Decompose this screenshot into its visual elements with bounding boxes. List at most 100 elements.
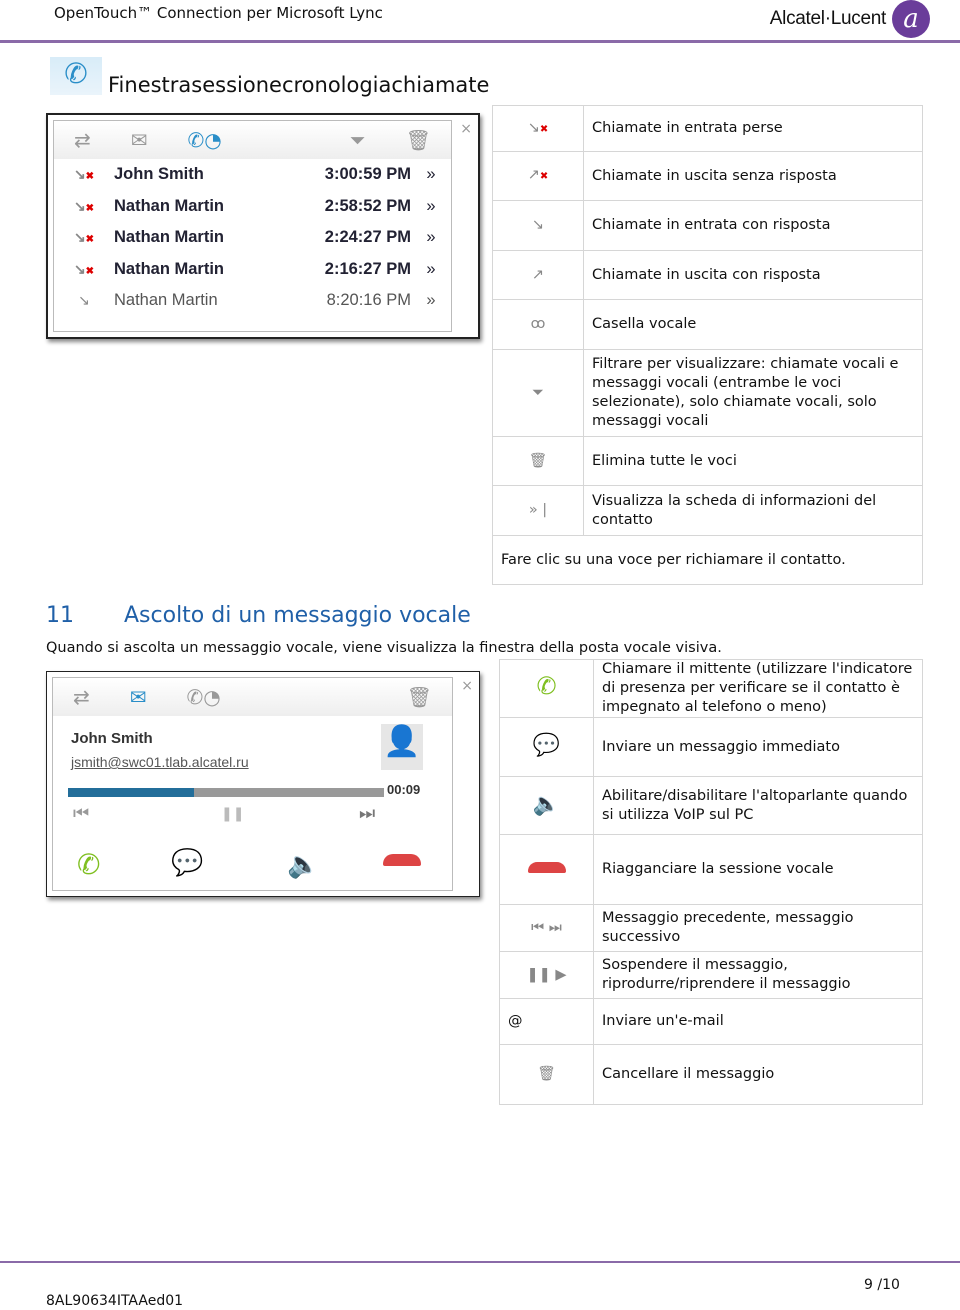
hang-up-icon xyxy=(499,834,594,905)
legend-row: » | Visualizza la scheda di informazioni … xyxy=(492,485,923,536)
previous-icon[interactable]: ⏮ xyxy=(73,803,89,824)
email-icon: @ xyxy=(499,998,594,1045)
details-icon[interactable]: » xyxy=(411,260,451,279)
legend-row: ↘ Chiamate in entrata con risposta xyxy=(492,200,923,251)
legend-row: ✆ Chiamare il mittente (utilizzare l'indi… xyxy=(499,659,923,718)
answered-outgoing-icon: ↗ xyxy=(492,250,584,300)
caller-name: Nathan Martin xyxy=(114,259,225,278)
legend-description: Filtrare per visualizzare: chiamate voca… xyxy=(583,349,923,437)
caller-name: Nathan Martin xyxy=(114,228,225,247)
playback-duration: 00:09 xyxy=(387,782,421,797)
answered-call-icon: ↘ xyxy=(78,292,90,309)
call-history-row[interactable]: ↘✖ John Smith 3:00:59 PM» xyxy=(54,159,451,191)
legend-row: 🗑 Cancellare il messaggio xyxy=(499,1044,923,1105)
call-time: 2:58:52 PM xyxy=(324,196,411,215)
legend-description: Inviare un messaggio immediato xyxy=(593,717,923,777)
call-history-window-screenshot: ⇄ ✉ ✆◔ ⏷ 🗑 ↘✖ John Smith 3:00:59 PM» ↘✖ Nath… xyxy=(46,113,480,339)
page-number: 9 /10 xyxy=(864,1277,900,1293)
contact-email-link: jsmith@swc01.tlab.alcatel.ru xyxy=(71,754,249,770)
legend-description: Casella vocale xyxy=(583,299,923,350)
legend-row: Riagganciare la sessione vocale xyxy=(499,834,923,905)
trash-icon: 🗑 xyxy=(406,685,432,709)
call-history-row[interactable]: ↘✖ Nathan Martin 2:58:52 PM» xyxy=(54,191,451,223)
legend-description: Chiamare il mittente (utilizzare l'indic… xyxy=(593,659,923,718)
legend-description: Chiamate in entrata con risposta xyxy=(583,200,923,251)
details-icon[interactable]: » xyxy=(411,165,451,184)
speaker-icon[interactable]: 🔈 xyxy=(287,850,319,880)
call-history-row[interactable]: ↘ Nathan Martin 8:20:16 PM» xyxy=(54,285,451,317)
trash-icon: 🗑 xyxy=(499,1044,594,1105)
legend-row: 🔈 Abilitare/disabilitare l'altoparlante q… xyxy=(499,776,923,835)
click-note: Fare clic su una voce per richiamare il … xyxy=(492,535,923,585)
section-heading: 11 Ascolto di un messaggio vocale xyxy=(46,603,471,628)
call-time: 8:20:16 PM xyxy=(326,291,411,310)
pause-play-icon: ❚❚ ▶ xyxy=(499,951,594,999)
trash-icon: 🗑 xyxy=(405,128,431,152)
contacts-icon: ⇄ xyxy=(74,128,91,152)
call-presence-icon[interactable]: ✆ xyxy=(77,848,100,881)
contacts-icon: ⇄ xyxy=(73,685,90,709)
next-icon[interactable]: ⏭ xyxy=(359,803,375,824)
missed-call-icon: ↘✖ xyxy=(73,166,95,183)
messages-icon: ✉ xyxy=(130,128,148,152)
call-history-row[interactable]: ↘✖ Nathan Martin 2:16:27 PM» xyxy=(54,254,451,286)
hang-up-icon[interactable] xyxy=(383,854,421,866)
playback-progress-bar[interactable] xyxy=(68,788,384,797)
call-history-icon: ✆ xyxy=(50,57,102,95)
window-toolbar: ⇄ ✉ ✆◔ ⏷ 🗑 xyxy=(54,121,451,159)
answered-incoming-icon: ↘ xyxy=(492,200,584,251)
header-divider xyxy=(0,40,960,43)
speaker-icon: 🔈 xyxy=(499,776,594,835)
close-icon: × xyxy=(460,121,472,137)
call-time: 2:24:27 PM xyxy=(324,228,411,247)
legend-row: ⏷ Filtrare per visualizzare: chiamate voc… xyxy=(492,349,923,437)
caller-name: John Smith xyxy=(114,165,204,184)
details-icon[interactable]: » xyxy=(411,197,451,216)
details-icon[interactable]: » xyxy=(411,228,451,247)
intro-paragraph: Quando si ascolta un messaggio vocale, v… xyxy=(46,640,722,656)
caller-name: Nathan Martin xyxy=(114,291,218,310)
document-id: 8AL90634ITAAed01 xyxy=(46,1293,184,1309)
trash-icon: 🗑 xyxy=(492,436,584,486)
legend-description: Cancellare il messaggio xyxy=(593,1044,923,1105)
pause-icon[interactable]: ❚❚ xyxy=(221,806,244,822)
prev-next-icon: ⏮ ⏭ xyxy=(499,904,594,952)
missed-incoming-icon: ↘✖ xyxy=(492,105,584,152)
call-time: 3:00:59 PM xyxy=(324,165,411,184)
details-icon[interactable]: » xyxy=(411,291,451,310)
instant-message-icon: 💬 xyxy=(499,717,594,777)
unanswered-outgoing-icon: ↗✖ xyxy=(492,151,584,201)
legend-description: Sospendere il messaggio, riprodurre/ripr… xyxy=(593,951,923,999)
legend-row: ⏮ ⏭ Messaggio precedente, messaggio succe… xyxy=(499,904,923,952)
legend-row: ↘✖ Chiamate in entrata perse xyxy=(492,105,923,152)
instant-message-icon[interactable]: 💬 xyxy=(171,848,203,878)
filter-icon: ⏷ xyxy=(492,349,584,437)
legend-description: Chiamate in uscita senza risposta xyxy=(583,151,923,201)
legend-description: Riagganciare la sessione vocale xyxy=(593,834,923,905)
details-icon: » | xyxy=(492,485,584,536)
logo-mark-icon: a xyxy=(892,0,930,38)
voicemail-icon: ꝏ xyxy=(492,299,584,350)
missed-call-icon: ↘✖ xyxy=(73,260,95,277)
call-presence-icon: ✆ xyxy=(499,659,594,718)
section-title: Finestrasessionecronologiachiamate xyxy=(108,73,490,97)
legend-row: ❚❚ ▶ Sospendere il messaggio, riprodurre/… xyxy=(499,951,923,999)
footer-divider xyxy=(0,1261,960,1263)
missed-call-icon: ↘✖ xyxy=(73,197,95,214)
document-header-title: OpenTouch™ Connection per Microsoft Lync xyxy=(54,4,383,22)
call-history-legend-table: ↘✖ Chiamate in entrata perse ↗✖ Chiamate in… xyxy=(492,105,923,585)
legend-description: Visualizza la scheda di informazioni del… xyxy=(583,485,923,536)
legend-description: Elimina tutte le voci xyxy=(583,436,923,486)
voicemail-window-screenshot: ⇄ ✉ ✆◔ 🗑 John Smith jsmith@swc01.tlab.al… xyxy=(46,671,480,897)
filter-icon: ⏷ xyxy=(349,128,366,152)
contact-name: John Smith xyxy=(71,730,153,747)
legend-row: ↗✖ Chiamate in uscita senza risposta xyxy=(492,151,923,201)
call-history-row[interactable]: ↘✖ Nathan Martin 2:24:27 PM» xyxy=(54,222,451,254)
avatar: 👤 xyxy=(381,724,423,770)
call-history-tab-icon: ✆◔ xyxy=(187,128,222,152)
legend-row: @ Inviare un'e-mail xyxy=(499,998,923,1045)
legend-row: 🗑 Elimina tutte le voci xyxy=(492,436,923,486)
legend-row: ꝏ Casella vocale xyxy=(492,299,923,350)
messages-tab-icon: ✉ xyxy=(129,685,147,709)
legend-description: Chiamate in entrata perse xyxy=(583,105,923,152)
